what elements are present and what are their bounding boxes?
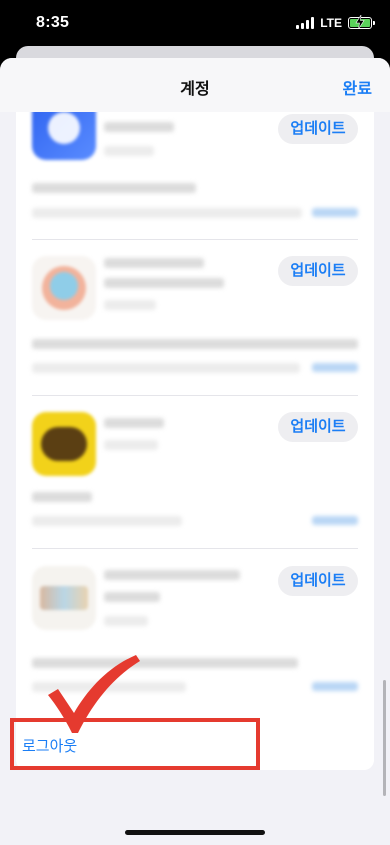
blurred-app-icon-peach bbox=[32, 256, 96, 320]
blurred-app-icon-beige bbox=[32, 566, 96, 630]
list-item: 업데이트 bbox=[16, 396, 374, 556]
status-bar: 8:35 LTE bbox=[0, 0, 390, 46]
update-button[interactable]: 업데이트 bbox=[278, 566, 358, 596]
blurred-text bbox=[104, 300, 156, 310]
blurred-text bbox=[32, 183, 196, 193]
navigation-bar: 계정 완료 bbox=[0, 58, 390, 112]
blurred-text bbox=[104, 278, 224, 288]
update-button[interactable]: 업데이트 bbox=[278, 114, 358, 144]
blurred-text bbox=[104, 570, 240, 580]
list-item: 업데이트 bbox=[16, 240, 374, 400]
charging-bolt-icon bbox=[355, 15, 365, 29]
blurred-app-icon-yellow bbox=[32, 412, 96, 476]
update-button[interactable]: 업데이트 bbox=[278, 412, 358, 442]
update-button[interactable]: 업데이트 bbox=[278, 256, 358, 286]
battery-icon bbox=[348, 15, 375, 29]
blurred-text bbox=[104, 616, 148, 626]
status-time: 8:35 bbox=[36, 14, 70, 31]
network-type: LTE bbox=[320, 16, 342, 30]
blurred-text bbox=[32, 516, 182, 526]
blurred-link bbox=[312, 363, 358, 372]
blurred-link bbox=[312, 516, 358, 525]
blurred-link bbox=[312, 208, 358, 217]
scrollbar[interactable] bbox=[383, 680, 386, 796]
home-indicator[interactable] bbox=[125, 830, 265, 835]
logout-button[interactable]: 로그아웃 bbox=[22, 735, 77, 756]
blurred-text bbox=[104, 592, 160, 602]
divider bbox=[32, 548, 358, 549]
blurred-text bbox=[104, 258, 204, 268]
blurred-text bbox=[104, 440, 158, 450]
updates-list: 업데이트 업데이트 업데이트 업데이트 bbox=[16, 96, 374, 740]
blurred-text bbox=[104, 122, 174, 132]
blurred-text bbox=[32, 363, 300, 373]
blurred-link bbox=[312, 682, 358, 691]
blurred-text bbox=[32, 492, 92, 502]
blurred-text bbox=[104, 418, 164, 428]
blurred-text bbox=[32, 208, 302, 218]
cellular-signal-icon bbox=[296, 17, 315, 29]
blurred-text bbox=[104, 146, 154, 156]
status-icons: LTE bbox=[296, 15, 375, 30]
blurred-text bbox=[32, 339, 358, 349]
done-button[interactable]: 완료 bbox=[343, 75, 372, 99]
page-title: 계정 bbox=[180, 81, 210, 98]
